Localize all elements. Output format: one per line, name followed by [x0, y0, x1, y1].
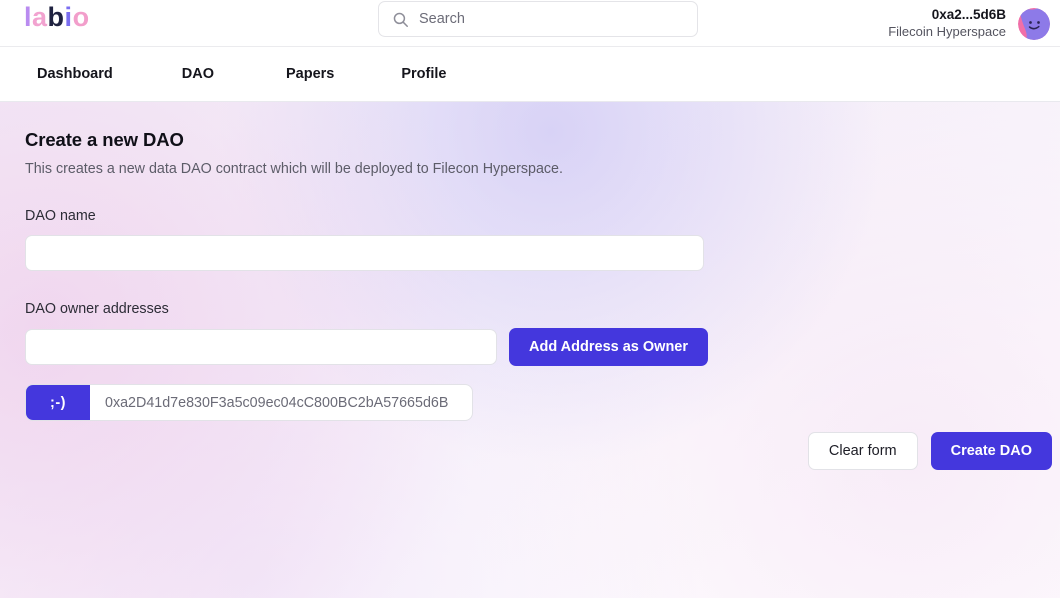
page-subtitle: This creates a new data DAO contract whi… — [25, 161, 563, 177]
owner-chip-address: 0xa2D41d7e830F3a5c09ec04cC800BC2bA57665d… — [105, 394, 449, 411]
nav-item-dao[interactable]: DAO — [182, 66, 214, 82]
main-content: Create a new DAO This creates a new data… — [0, 102, 1060, 598]
owner-address-row: Add Address as Owner — [25, 328, 1036, 366]
owner-addresses-label: DAO owner addresses — [25, 301, 169, 317]
nav-item-dashboard[interactable]: Dashboard — [37, 66, 113, 82]
wallet-address: 0xa2...5d6B — [931, 6, 1006, 22]
logo-letter-b: b — [47, 2, 65, 32]
logo-letter-o: o — [72, 2, 90, 32]
logo-letter-l: l — [24, 2, 33, 32]
network-name: Filecoin Hyperspace — [888, 23, 1006, 39]
search-bar[interactable] — [378, 1, 698, 37]
account-summary[interactable]: 0xa2...5d6B Filecoin Hyperspace — [888, 0, 1050, 47]
nav-item-profile[interactable]: Profile — [401, 66, 446, 82]
clear-form-button[interactable]: Clear form — [807, 432, 918, 470]
owner-address-input[interactable] — [25, 329, 497, 365]
app-root: labio 0xa2...5d6B Filecoin Hyperspace — [0, 0, 1060, 598]
owner-address-chip: ;-) 0xa2D41d7e830F3a5c09ec04cC800BC2bA57… — [25, 384, 473, 421]
form-actions: Clear form Create DAO — [807, 432, 1052, 470]
logo-letter-a: a — [32, 2, 48, 32]
create-dao-button[interactable]: Create DAO — [930, 432, 1052, 470]
main-nav: Dashboard DAO Papers Profile — [0, 47, 1060, 102]
search-icon — [391, 10, 409, 28]
smiley-avatar-icon — [1018, 7, 1050, 40]
dao-name-label: DAO name — [25, 208, 96, 224]
logo-letter-i: i — [64, 2, 73, 32]
account-text: 0xa2...5d6B Filecoin Hyperspace — [888, 7, 1006, 40]
brand-logo[interactable]: labio — [24, 4, 90, 31]
add-address-as-owner-button[interactable]: Add Address as Owner — [509, 328, 709, 366]
search-input[interactable] — [419, 11, 685, 27]
page-title: Create a new DAO — [25, 129, 184, 150]
dao-name-input[interactable] — [25, 235, 704, 271]
app-header: labio 0xa2...5d6B Filecoin Hyperspace — [0, 0, 1060, 47]
owner-chip-badge[interactable]: ;-) — [26, 385, 90, 420]
nav-item-papers[interactable]: Papers — [286, 66, 334, 82]
avatar[interactable] — [1018, 7, 1050, 40]
